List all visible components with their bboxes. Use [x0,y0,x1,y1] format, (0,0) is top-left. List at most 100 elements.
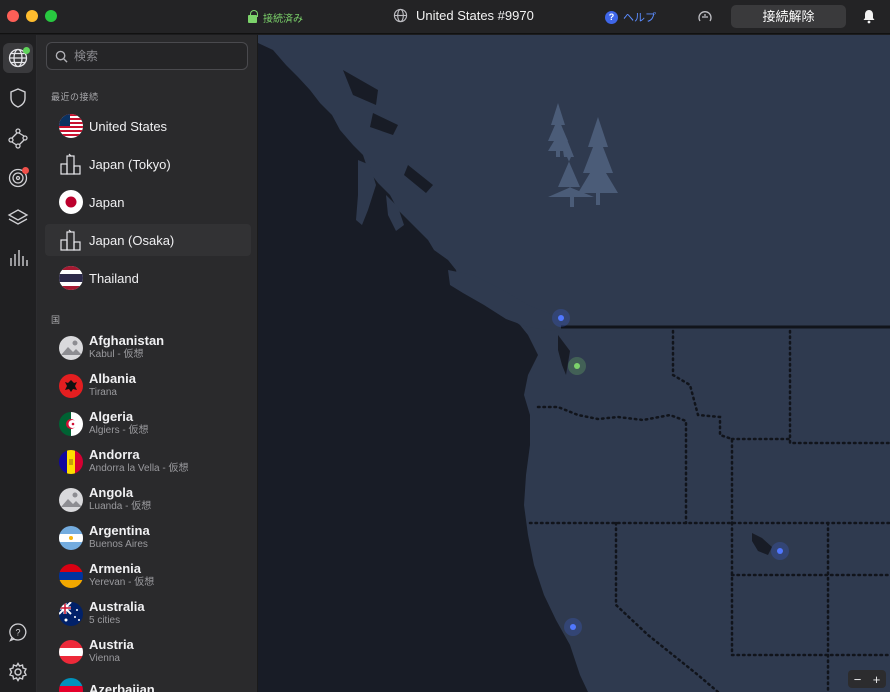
us-flag-icon [59,114,83,138]
recent-connections-title: 最近の接続 [51,92,99,102]
country-name: Azerbaijan [89,682,155,692]
help-icon: ? [605,10,618,24]
server-pin[interactable] [552,309,570,327]
connected-dot [23,47,30,54]
server-map[interactable]: − + [258,35,890,692]
rail-countries-button[interactable] [3,43,33,73]
rail-specialty-servers-button[interactable] [3,203,33,233]
help-label: ヘルプ [623,12,656,24]
meshnet-icon [8,128,28,149]
generic-flag-icon [59,336,83,360]
dz-flag-icon [59,412,83,436]
generic-flag-icon [59,488,83,512]
settings-icon [9,662,27,682]
left-rail: ? [0,35,37,692]
recent-item-label: Thailand [89,270,139,286]
country-item-angola[interactable]: Angola Luanda - 仮想 [45,481,251,519]
zoom-controls: − + [848,670,886,688]
zoom-window-button[interactable] [45,10,57,22]
recent-item-label: United States [89,118,168,134]
country-name: Austria [89,637,134,652]
close-window-button[interactable] [7,10,19,22]
au-flag-icon [59,602,83,626]
rail-stats-button[interactable] [3,243,33,273]
country-item-argentina[interactable]: Argentina Buenos Aires [45,519,251,557]
help-link[interactable]: ? ヘルプ [605,9,656,25]
country-item-azerbaijan[interactable]: Azerbaijan [45,671,251,692]
am-flag-icon [59,564,83,588]
server-pin[interactable] [564,618,582,636]
title-bar: 接続済み United States #9970 ? ヘルプ 接続解除 [0,0,890,34]
country-item-afghanistan[interactable]: Afghanistan Kabul - 仮想 [45,329,251,367]
search-icon [55,50,68,63]
country-item-armenia[interactable]: Armenia Yerevan - 仮想 [45,557,251,595]
stats-icon [10,250,28,266]
recent-item-label: Japan (Tokyo) [89,156,171,172]
zoom-in-button[interactable]: + [873,672,881,687]
current-server: United States #9970 [393,8,534,23]
recent-item-label: Japan (Osaka) [89,232,175,248]
country-item-australia[interactable]: Australia 5 cities [45,595,251,633]
server-pin[interactable] [771,542,789,560]
connected-server-pin[interactable] [568,357,586,375]
globe-icon [393,8,408,23]
al-flag-icon [59,374,83,398]
ar-flag-icon [59,526,83,550]
at-flag-icon [59,640,83,664]
recent-item-label: Japan [89,194,125,210]
rail-meshnet-button[interactable] [3,123,33,153]
country-name: Angola [89,485,134,500]
bell-icon[interactable] [862,9,876,24]
search-input[interactable] [74,49,234,63]
alert-dot [22,167,29,174]
rail-settings-button[interactable] [3,657,33,687]
country-subtitle: Vienna [89,653,120,664]
country-subtitle: Tirana [89,387,117,398]
country-subtitle: Yerevan - 仮想 [89,577,155,588]
country-item-albania[interactable]: Albania Tirana [45,367,251,405]
country-subtitle: Kabul - 仮想 [89,349,144,360]
rail-threat-protection-button[interactable] [3,83,33,113]
ad-flag-icon [59,450,83,474]
country-subtitle: Algiers - 仮想 [89,425,149,436]
country-name: Armenia [89,561,142,576]
country-name: Australia [89,599,145,614]
layers-icon [7,209,29,225]
recent-item-japan[interactable]: Japan [45,186,251,218]
disconnect-button[interactable]: 接続解除 [731,5,846,28]
countries-title: 国 [51,315,61,325]
country-subtitle: Andorra la Vella - 仮想 [89,463,189,474]
country-subtitle: 5 cities [89,615,121,626]
country-name: Afghanistan [89,333,165,348]
country-name: Albania [89,371,136,386]
country-item-algeria[interactable]: Algeria Algiers - 仮想 [45,405,251,443]
zoom-out-button[interactable]: − [854,672,862,687]
shield-icon [10,88,26,108]
support-icon: ? [9,623,27,642]
connection-status-label: 接続済み [263,14,303,25]
country-name: Argentina [89,523,150,538]
recent-item-japan-osaka[interactable]: Japan (Osaka) [45,224,251,256]
recent-item-united-states[interactable]: United States [45,110,251,142]
country-item-andorra[interactable]: Andorra Andorra la Vella - 仮想 [45,443,251,481]
speed-test-icon[interactable] [697,9,713,25]
recent-item-thailand[interactable]: Thailand [45,262,251,294]
country-subtitle: Buenos Aires [89,539,148,550]
rail-support-button[interactable]: ? [3,617,33,647]
az-flag-icon [59,678,83,692]
server-sidebar: 最近の接続 United States Japan (Tokyo) Japan [37,35,258,692]
rail-dark-web-monitor-button[interactable] [3,163,33,193]
country-name: Andorra [89,447,140,462]
lock-icon [248,10,258,23]
recent-item-japan-tokyo[interactable]: Japan (Tokyo) [45,148,251,180]
search-box[interactable] [46,42,248,70]
map-canvas [258,35,890,692]
country-subtitle: Luanda - 仮想 [89,501,152,512]
country-name: Algeria [89,409,134,424]
city-icon [59,228,83,252]
jp-flag-icon [59,190,83,214]
minimize-window-button[interactable] [26,10,38,22]
server-name: United States #9970 [416,8,534,23]
country-item-austria[interactable]: Austria Vienna [45,633,251,671]
connection-status: 接続済み [248,10,303,25]
